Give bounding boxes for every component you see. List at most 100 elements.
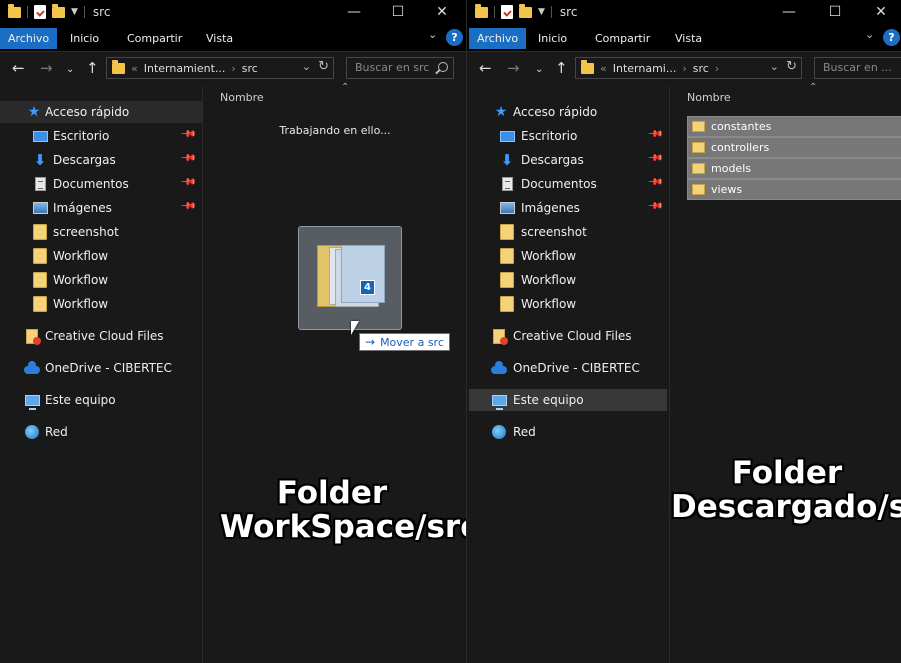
list-item-folder[interactable]: views — [687, 179, 901, 200]
nav-item-pictures[interactable]: Imágenes 📌 — [0, 197, 202, 219]
address-dropdown-icon[interactable]: ⌄ — [770, 60, 779, 73]
ribbon-tabs: Archivo Inicio Compartir Vista ⌄ ? — [467, 24, 901, 52]
up-icon[interactable]: ↑ — [555, 59, 568, 77]
overflow-crumb[interactable]: « — [131, 62, 138, 75]
forward-icon[interactable]: → — [507, 59, 520, 77]
nav-item-screenshot[interactable]: screenshot — [467, 221, 669, 243]
minimize-button[interactable]: — — [334, 0, 374, 24]
address-bar[interactable]: « Internamient... › src ⌄ ↻ — [106, 57, 334, 79]
new-folder-icon[interactable] — [52, 3, 65, 18]
expand-ribbon-icon[interactable]: ⌄ — [865, 28, 874, 41]
nav-item-workflow[interactable]: Workflow — [0, 269, 202, 291]
breadcrumb-current[interactable]: src — [242, 62, 258, 75]
help-icon[interactable]: ? — [883, 29, 900, 46]
nav-item-screenshot[interactable]: screenshot — [0, 221, 202, 243]
close-button[interactable]: ✕ — [861, 0, 901, 24]
file-list-pane[interactable]: ⌃ Nombre constantes controllers models v… — [671, 82, 901, 663]
tab-file[interactable]: Archivo — [469, 28, 527, 49]
folder-icon — [692, 121, 705, 132]
properties-icon[interactable] — [501, 5, 513, 19]
tab-file[interactable]: Archivo — [0, 28, 58, 49]
nav-item-downloads[interactable]: ⬇ Descargas 📌 — [467, 149, 669, 171]
nav-item-creative-cloud[interactable]: Creative Cloud Files — [0, 325, 202, 347]
tab-share[interactable]: Compartir — [595, 28, 650, 49]
properties-icon[interactable] — [34, 5, 46, 19]
nav-item-network[interactable]: Red — [0, 421, 202, 443]
folder-icon[interactable] — [475, 3, 488, 18]
tab-home[interactable]: Inicio — [70, 28, 99, 49]
file-list-pane[interactable]: ⌃ Nombre Trabajando en ello... 4 → Mover… — [204, 82, 466, 663]
up-icon[interactable]: ↑ — [86, 59, 99, 77]
maximize-button[interactable]: ☐ — [378, 0, 418, 24]
address-bar[interactable]: « Internami... › src › ⌄ ↻ — [575, 57, 802, 79]
breadcrumb-chevron-icon[interactable]: › — [715, 62, 719, 75]
forward-icon[interactable]: → — [40, 59, 53, 77]
list-item-folder[interactable]: models — [687, 158, 901, 179]
tab-view[interactable]: Vista — [206, 28, 233, 49]
nav-item-pictures[interactable]: Imágenes 📌 — [467, 197, 669, 219]
breadcrumb-parent[interactable]: Internami... — [613, 62, 677, 75]
search-input[interactable]: Buscar en src — [346, 57, 454, 79]
breadcrumb-chevron-icon[interactable]: › — [682, 62, 686, 75]
refresh-icon[interactable]: ↻ — [318, 59, 329, 74]
nav-item-downloads[interactable]: ⬇ Descargas 📌 — [0, 149, 202, 171]
new-folder-icon[interactable] — [519, 3, 532, 18]
nav-item-this-pc[interactable]: Este equipo — [469, 389, 667, 411]
nav-item-workflow[interactable]: Workflow — [467, 269, 669, 291]
pin-icon[interactable]: 📌 — [646, 126, 663, 143]
maximize-button[interactable]: ☐ — [815, 0, 855, 24]
list-item-folder[interactable]: controllers — [687, 137, 901, 158]
overflow-crumb[interactable]: « — [600, 62, 607, 75]
tab-view[interactable]: Vista — [675, 28, 702, 49]
nav-item-workflow[interactable]: Workflow — [467, 245, 669, 267]
pin-icon[interactable]: 📌 — [646, 174, 663, 191]
nav-label: OneDrive - CIBERTEC — [513, 361, 640, 375]
nav-item-workflow[interactable]: Workflow — [0, 293, 202, 315]
tab-home[interactable]: Inicio — [538, 28, 567, 49]
recent-locations-icon[interactable]: ⌄ — [66, 61, 74, 79]
nav-item-quick-access[interactable]: ★ Acceso rápido — [467, 101, 669, 123]
expand-ribbon-icon[interactable]: ⌄ — [428, 28, 437, 41]
nav-item-this-pc[interactable]: Este equipo — [0, 389, 202, 411]
pin-icon[interactable]: 📌 — [179, 150, 196, 167]
pin-icon[interactable]: 📌 — [646, 150, 663, 167]
column-header-name[interactable]: Nombre — [687, 91, 731, 104]
nav-item-workflow[interactable]: Workflow — [467, 293, 669, 315]
breadcrumb-parent[interactable]: Internamient... — [144, 62, 226, 75]
breadcrumb-chevron-icon[interactable]: › — [231, 62, 235, 75]
back-icon[interactable]: ← — [479, 59, 492, 77]
minimize-button[interactable]: — — [769, 0, 809, 24]
close-button[interactable]: ✕ — [422, 0, 462, 24]
tab-share[interactable]: Compartir — [127, 28, 182, 49]
caption-descargado: Folder Descargado/src — [671, 456, 901, 524]
pin-icon[interactable]: 📌 — [646, 198, 663, 215]
breadcrumb-current[interactable]: src — [693, 62, 709, 75]
recent-locations-icon[interactable]: ⌄ — [535, 61, 543, 79]
nav-item-desktop[interactable]: Escritorio 📌 — [467, 125, 669, 147]
this-pc-icon — [491, 392, 507, 410]
nav-item-desktop[interactable]: Escritorio 📌 — [0, 125, 202, 147]
list-item-folder[interactable]: constantes — [687, 116, 901, 137]
pin-icon[interactable]: 📌 — [179, 126, 196, 143]
folder-icon[interactable] — [8, 3, 21, 18]
nav-item-quick-access[interactable]: ★ Acceso rápido — [0, 101, 202, 123]
pin-icon[interactable]: 📌 — [179, 174, 196, 191]
nav-item-documents[interactable]: Documentos 📌 — [467, 173, 669, 195]
nav-item-onedrive[interactable]: OneDrive - CIBERTEC — [0, 357, 202, 379]
nav-item-creative-cloud[interactable]: Creative Cloud Files — [467, 325, 669, 347]
address-dropdown-icon[interactable]: ⌄ — [302, 60, 311, 73]
customize-toolbar-icon[interactable]: ▼ — [71, 7, 78, 17]
pin-icon[interactable]: 📌 — [179, 198, 196, 215]
nav-item-documents[interactable]: Documentos 📌 — [0, 173, 202, 195]
customize-toolbar-icon[interactable]: ▼ — [538, 7, 545, 17]
nav-item-workflow[interactable]: Workflow — [0, 245, 202, 267]
folder-name: constantes — [711, 120, 772, 133]
help-icon[interactable]: ? — [446, 29, 463, 46]
column-header-name[interactable]: Nombre — [220, 91, 264, 104]
nav-item-onedrive[interactable]: OneDrive - CIBERTEC — [467, 357, 669, 379]
folder-icon — [692, 184, 705, 195]
search-input[interactable]: Buscar en ... — [814, 57, 901, 79]
nav-item-network[interactable]: Red — [467, 421, 669, 443]
back-icon[interactable]: ← — [12, 59, 25, 77]
refresh-icon[interactable]: ↻ — [786, 59, 797, 74]
